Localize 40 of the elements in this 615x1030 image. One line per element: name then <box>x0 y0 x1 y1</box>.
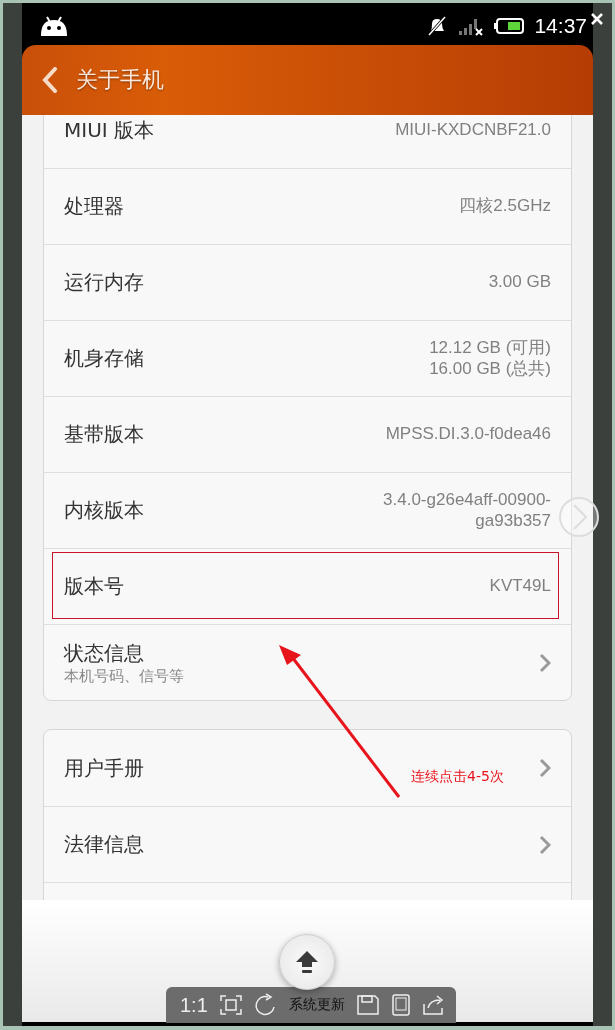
row-label: 版本号 <box>64 573 124 600</box>
row-value: MPSS.DI.3.0-f0dea46 <box>385 424 551 445</box>
zoom-ratio-button[interactable]: 1:1 <box>180 993 208 1017</box>
fit-screen-icon[interactable] <box>218 994 243 1016</box>
row-value: 四核2.5GHz <box>459 196 551 217</box>
row-value: 3.00 GB <box>488 272 551 293</box>
clock-time: 14:37 <box>534 14 587 38</box>
share-icon[interactable] <box>422 994 446 1016</box>
row-label: 机身存储 <box>64 345 144 372</box>
row-label: 基带版本 <box>64 421 144 448</box>
chevron-icon <box>539 758 551 778</box>
upload-icon <box>294 949 320 975</box>
chevron-icon <box>539 652 551 673</box>
row-label: MIUI 版本 <box>64 116 155 144</box>
menu-item[interactable]: 法律信息 <box>64 831 144 858</box>
battery-icon <box>494 18 525 34</box>
chevron-icon <box>539 834 551 855</box>
row-label: 内核版本 <box>64 497 144 524</box>
rotate-icon[interactable] <box>253 993 278 1017</box>
row-value: 12.12 GB (可用) <box>429 338 551 359</box>
menu-item[interactable]: 用户手册 <box>64 754 144 782</box>
android-icon <box>40 15 68 37</box>
row-label: 运行内存 <box>64 269 144 296</box>
annotation-text: 连续点击4-5次 <box>411 768 504 786</box>
row-label: 处理器 <box>64 193 124 220</box>
close-icon[interactable] <box>590 12 604 26</box>
row-value: MIUI-KXDCNBF21.0 <box>395 119 551 141</box>
muted-bell-icon <box>426 15 449 37</box>
row-value: 16.00 GB (总共) <box>429 358 551 379</box>
back-icon[interactable] <box>42 67 58 93</box>
row-value: 3.4.0-g26e4aff-00900- <box>383 490 551 511</box>
page-title: 关于手机 <box>76 66 164 94</box>
row-subtitle: 本机号码、信号等 <box>64 666 184 686</box>
save-icon[interactable] <box>355 994 380 1016</box>
tablet-icon[interactable] <box>390 994 411 1016</box>
signal-icon <box>458 16 485 36</box>
row-value: ga93b357 <box>475 510 551 531</box>
row-value: KVT49L <box>489 576 551 597</box>
covered-label: 系统更新 <box>288 996 345 1014</box>
menu-item[interactable]: 状态信息 <box>64 639 184 667</box>
